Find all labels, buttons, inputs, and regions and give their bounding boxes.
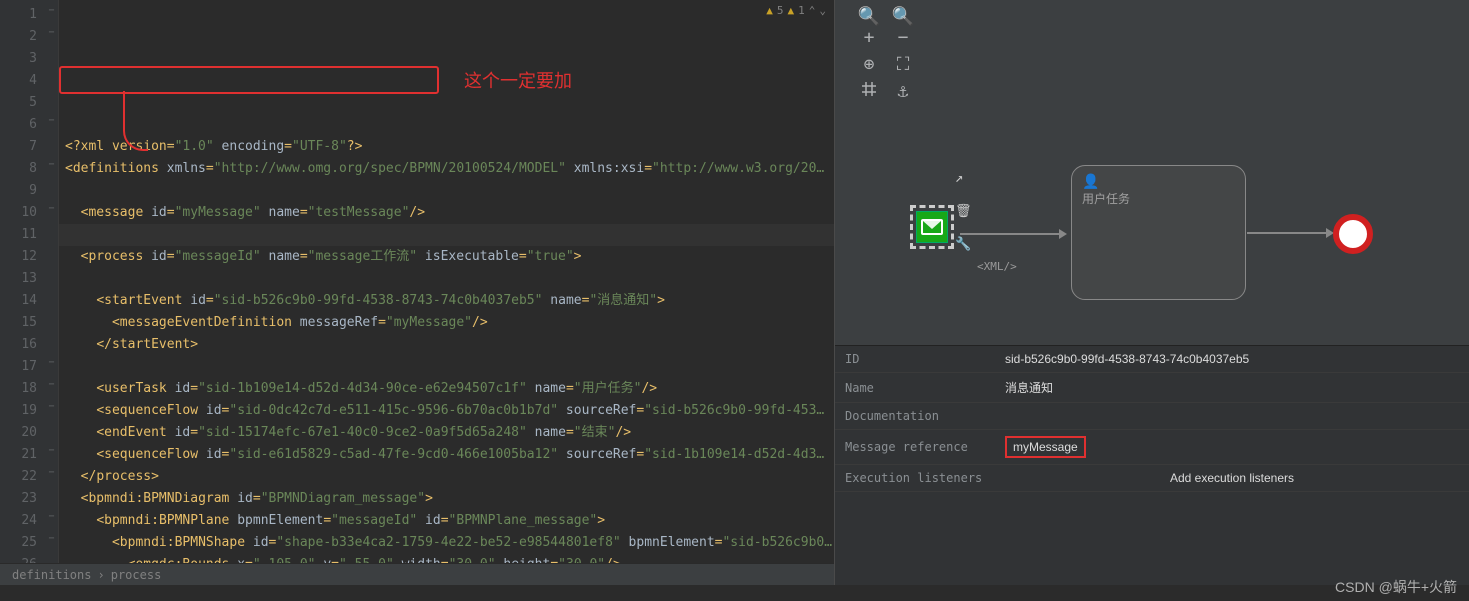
chevron-down-icon[interactable]: ⌄ — [819, 4, 826, 17]
annotation-text: 这个一定要加 — [464, 70, 572, 92]
annotation-arrow — [123, 91, 148, 151]
prop-id-label: ID — [835, 346, 995, 373]
end-event-node[interactable] — [1333, 214, 1373, 254]
zoom-in-icon[interactable]: 🔍+ — [855, 6, 883, 48]
bpmn-canvas[interactable]: 🔍+ 🔍− ⊕ ⛶ ⚓ ↗ 🗑 🔧 <XML/> 👤 用户任务 — [835, 0, 1469, 345]
properties-panel: IDsid-b526c9b0-99fd-4538-8743-74c0b4037e… — [835, 345, 1469, 585]
diagram-pane: 🔍+ 🔍− ⊕ ⛶ ⚓ ↗ 🗑 🔧 <XML/> 👤 用户任务 — [835, 0, 1469, 585]
prop-doc-value[interactable] — [995, 403, 1469, 430]
zoom-out-icon[interactable]: 🔍− — [889, 6, 917, 48]
grid-icon[interactable] — [855, 81, 883, 102]
add-execution-listener-button[interactable]: Add execution listeners — [995, 465, 1469, 492]
selection-handles: ↗ 🗑 🔧 — [955, 170, 972, 252]
code-content[interactable]: 这个一定要加 <?xml version="1.0" encoding="UTF… — [59, 0, 834, 563]
prop-exec-label: Execution listeners — [835, 465, 995, 492]
user-task-label: 用户任务 — [1082, 192, 1130, 206]
code-editor-pane: 1234567891011121314151617181920212223242… — [0, 0, 835, 585]
prop-msgref-value[interactable]: myMessage — [1005, 436, 1086, 458]
prop-id-value[interactable]: sid-b526c9b0-99fd-4538-8743-74c0b4037eb5 — [995, 346, 1469, 373]
annotation-box-message — [59, 66, 439, 94]
warning-icon: ▲ — [766, 4, 773, 17]
breadcrumb[interactable]: definitions › process — [0, 563, 834, 585]
sequence-flow-2[interactable] — [1247, 232, 1332, 234]
user-icon: 👤 — [1082, 174, 1099, 190]
fold-gutter[interactable]: − − − − − − − − − − − − — [45, 0, 59, 563]
line-gutter: 1234567891011121314151617181920212223242… — [0, 0, 45, 563]
message-start-event[interactable] — [910, 205, 954, 249]
crumb-definitions[interactable]: definitions — [12, 568, 91, 582]
prop-name-label: Name — [835, 373, 995, 403]
xml-label: <XML/> — [977, 260, 1017, 273]
prop-doc-label: Documentation — [835, 403, 995, 430]
envelope-icon — [921, 219, 943, 235]
zoom-fit-icon[interactable]: ⊕ — [855, 54, 883, 75]
anchor-icon[interactable]: ⚓ — [889, 81, 917, 102]
crumb-process[interactable]: process — [111, 568, 162, 582]
chevron-right-icon: › — [97, 568, 104, 582]
reconnect-icon[interactable]: ↗ — [955, 170, 972, 186]
settings-icon[interactable]: 🔧 — [955, 237, 972, 252]
warning-icon: ▲ — [788, 4, 795, 17]
zoom-toolbar: 🔍+ 🔍− ⊕ ⛶ ⚓ — [855, 6, 917, 102]
sequence-flow-1[interactable] — [960, 233, 1065, 235]
inspection-widget[interactable]: ▲5 ▲1 ⌃ ⌄ — [766, 4, 826, 17]
prop-name-value[interactable]: 消息通知 — [995, 373, 1469, 403]
watermark: CSDN @蜗牛+火箭 — [1335, 577, 1457, 597]
prop-msgref-label: Message reference — [835, 430, 995, 465]
chevron-up-icon[interactable]: ⌃ — [809, 4, 816, 17]
fullscreen-icon[interactable]: ⛶ — [889, 54, 917, 75]
user-task-node[interactable]: 👤 用户任务 — [1071, 165, 1246, 300]
delete-icon[interactable]: 🗑 — [955, 204, 972, 219]
